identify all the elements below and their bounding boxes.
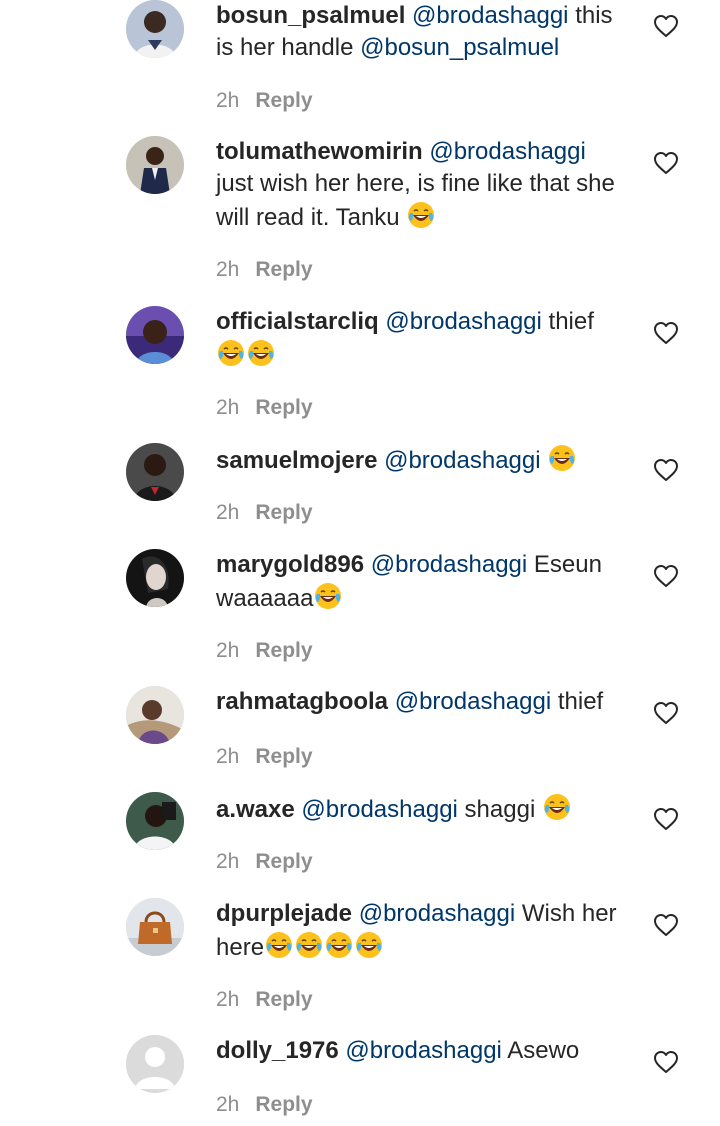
avatar[interactable] xyxy=(126,549,184,607)
heart-outline-icon xyxy=(654,322,678,344)
face-with-tears-of-joy-icon xyxy=(324,930,354,960)
comment-mention[interactable]: @brodashaggi xyxy=(345,1037,501,1064)
comment-mention[interactable]: @brodashaggi xyxy=(429,138,585,165)
comment-username[interactable]: a.waxe xyxy=(216,796,295,823)
comment-mention[interactable]: @brodashaggi xyxy=(371,551,527,578)
comment-time: 2h xyxy=(216,850,240,873)
face-with-tears-of-joy-icon xyxy=(246,338,276,368)
heart-outline-icon xyxy=(654,808,678,830)
comment-time: 2h xyxy=(216,396,240,419)
comment-meta: 2h Reply xyxy=(216,396,313,420)
comment-time: 2h xyxy=(216,1093,240,1116)
comment-username[interactable]: samuelmojere xyxy=(216,447,377,474)
comment-meta: 2h Reply xyxy=(216,639,313,663)
comment-meta: 2h Reply xyxy=(216,988,313,1012)
face-with-tears-of-joy-icon xyxy=(547,443,577,473)
comment-meta: 2h Reply xyxy=(216,258,313,282)
reply-button[interactable]: Reply xyxy=(255,89,312,112)
comment-mention-secondary[interactable]: @bosun_psalmuel xyxy=(360,34,559,61)
reply-button[interactable]: Reply xyxy=(255,501,312,524)
comment-message: Asewo xyxy=(507,1037,580,1064)
face-with-tears-of-joy-icon xyxy=(264,930,294,960)
comment-text: officialstarcliq @brodashaggi thief xyxy=(216,306,626,372)
heart-outline-icon xyxy=(654,1051,678,1073)
comment-text: bosun_psalmuel @brodashaggi this is her … xyxy=(216,0,626,64)
heart-outline-icon xyxy=(654,914,678,936)
comment-time: 2h xyxy=(216,89,240,112)
comment-meta: 2h Reply xyxy=(216,1093,313,1117)
reply-button[interactable]: Reply xyxy=(255,258,312,281)
comment-text: rahmatagboola @brodashaggi thief xyxy=(216,686,626,718)
face-with-tears-of-joy-icon xyxy=(294,930,324,960)
reply-button[interactable]: Reply xyxy=(255,850,312,873)
like-button[interactable] xyxy=(653,1050,679,1074)
comment-username[interactable]: marygold896 xyxy=(216,551,364,578)
comment-item: bosun_psalmuel @brodashaggi this is her … xyxy=(0,0,720,120)
comment-username[interactable]: dolly_1976 xyxy=(216,1037,339,1064)
comment-username[interactable]: officialstarcliq xyxy=(216,308,379,335)
default-avatar-icon[interactable] xyxy=(126,1035,184,1093)
like-button[interactable] xyxy=(653,151,679,175)
avatar[interactable] xyxy=(126,898,184,956)
comment-time: 2h xyxy=(216,258,240,281)
heart-outline-icon xyxy=(654,702,678,724)
comment-meta: 2h Reply xyxy=(216,745,313,769)
comment-meta: 2h Reply xyxy=(216,501,313,525)
avatar[interactable] xyxy=(126,686,184,744)
like-button[interactable] xyxy=(653,913,679,937)
comment-mention[interactable]: @brodashaggi xyxy=(395,688,551,715)
avatar[interactable] xyxy=(126,306,184,364)
face-with-tears-of-joy-icon xyxy=(313,581,343,611)
face-with-tears-of-joy-icon xyxy=(406,200,436,230)
comment-time: 2h xyxy=(216,745,240,768)
heart-outline-icon xyxy=(654,459,678,481)
comment-text: samuelmojere @brodashaggi xyxy=(216,443,626,477)
comment-mention[interactable]: @brodashaggi xyxy=(301,796,457,823)
like-button[interactable] xyxy=(653,458,679,482)
comment-text: tolumathewomirin @brodashaggi just wish … xyxy=(216,136,626,234)
heart-outline-icon xyxy=(654,15,678,37)
like-button[interactable] xyxy=(653,807,679,831)
avatar[interactable] xyxy=(126,443,184,501)
comment-username[interactable]: bosun_psalmuel xyxy=(216,2,405,29)
comment-time: 2h xyxy=(216,501,240,524)
reply-button[interactable]: Reply xyxy=(255,639,312,662)
reply-button[interactable]: Reply xyxy=(255,396,312,419)
heart-outline-icon xyxy=(654,152,678,174)
reply-button[interactable]: Reply xyxy=(255,988,312,1011)
comment-username[interactable]: tolumathewomirin xyxy=(216,138,423,165)
like-button[interactable] xyxy=(653,564,679,588)
avatar[interactable] xyxy=(126,136,184,194)
comment-text: a.waxe @brodashaggi shaggi xyxy=(216,792,626,826)
like-button[interactable] xyxy=(653,321,679,345)
comment-mention[interactable]: @brodashaggi xyxy=(385,308,541,335)
comment-text: marygold896 @brodashaggi Eseun waaaaaa xyxy=(216,549,626,615)
comment-meta: 2h Reply xyxy=(216,89,313,113)
heart-outline-icon xyxy=(654,565,678,587)
comment-meta: 2h Reply xyxy=(216,850,313,874)
like-button[interactable] xyxy=(653,701,679,725)
comment-message: thief xyxy=(548,308,594,335)
reply-button[interactable]: Reply xyxy=(255,745,312,768)
comment-mention[interactable]: @brodashaggi xyxy=(384,447,540,474)
face-with-tears-of-joy-icon xyxy=(216,338,246,368)
comment-username[interactable]: rahmatagboola xyxy=(216,688,388,715)
comment-username[interactable]: dpurplejade xyxy=(216,900,352,927)
comment-time: 2h xyxy=(216,988,240,1011)
reply-button[interactable]: Reply xyxy=(255,1093,312,1116)
comment-text: dpurplejade @brodashaggi Wish her here xyxy=(216,898,626,964)
comment-message: shaggi xyxy=(464,796,536,823)
avatar[interactable] xyxy=(126,792,184,850)
comment-time: 2h xyxy=(216,639,240,662)
like-button[interactable] xyxy=(653,14,679,38)
face-with-tears-of-joy-icon xyxy=(542,792,572,822)
avatar[interactable] xyxy=(126,0,184,58)
face-with-tears-of-joy-icon xyxy=(354,930,384,960)
comment-message: thief xyxy=(557,688,604,715)
comment-text: dolly_1976 @brodashaggi Asewo xyxy=(216,1035,626,1067)
comment-mention[interactable]: @brodashaggi xyxy=(412,2,568,29)
comment-mention[interactable]: @brodashaggi xyxy=(359,900,515,927)
